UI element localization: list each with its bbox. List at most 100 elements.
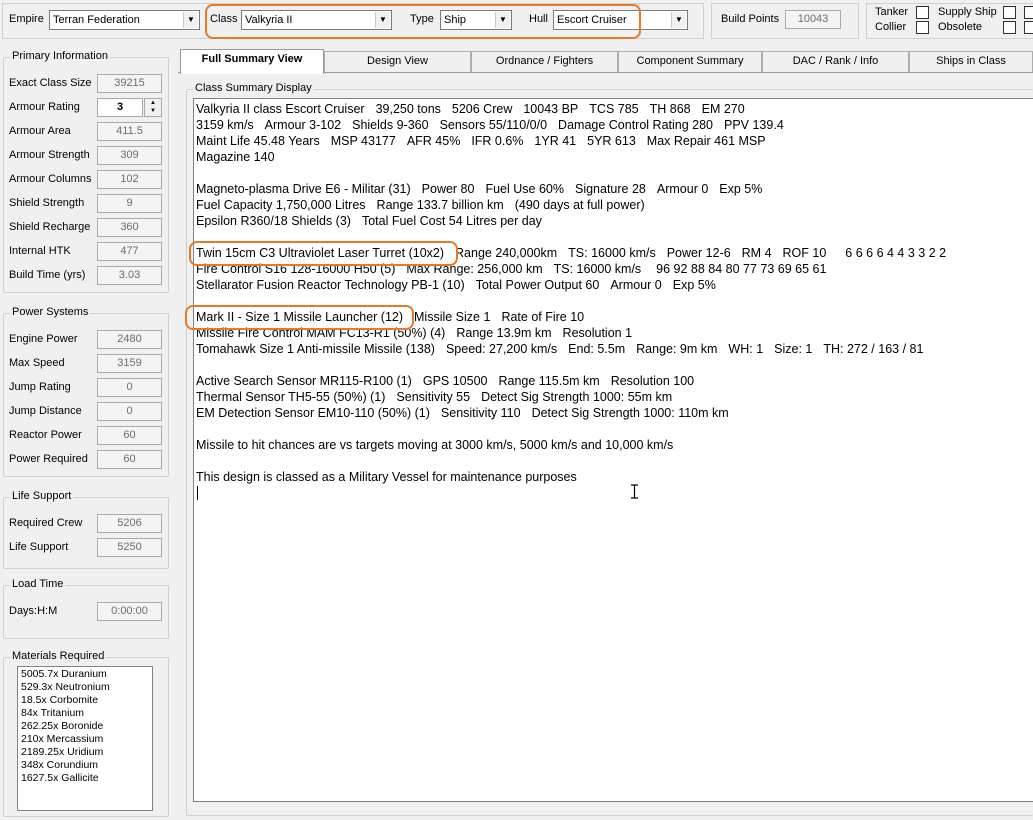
field-value[interactable]: 5206 <box>97 514 162 533</box>
field-value[interactable]: 0 <box>97 378 162 397</box>
empire-select[interactable]: Terran Federation ▼ <box>49 10 200 30</box>
summary-segment: This design is classed as a Military Ves… <box>196 470 577 484</box>
material-item[interactable]: 529.3x Neutronium <box>21 681 149 694</box>
field-value[interactable]: 60 <box>97 426 162 445</box>
tab-component-summary[interactable]: Component Summary <box>618 51 762 72</box>
field-label: Armour Strength <box>9 149 90 161</box>
field-value[interactable]: 39215 <box>97 74 162 93</box>
field-value[interactable]: 360 <box>97 218 162 237</box>
field-value[interactable]: 102 <box>97 170 162 189</box>
summary-segment: GPS 10500 <box>422 374 488 388</box>
summary-segment: WH: 1 <box>728 342 764 356</box>
material-item[interactable]: 5005.7x Duranium <box>21 668 149 681</box>
summary-segment: End: 5.5m <box>568 342 626 356</box>
summary-segment: Missile Size 1 <box>414 310 491 324</box>
summary-segment: Missile to hit chances are vs targets mo… <box>196 438 674 452</box>
chevron-down-icon[interactable]: ▼ <box>671 12 686 28</box>
hull-select[interactable]: Escort Cruiser ▼ <box>553 10 688 30</box>
summary-segment: Valkyria II class Escort Cruiser <box>196 102 365 116</box>
materials-required-title: Materials Required <box>10 650 107 662</box>
summary-segment: Power 80 <box>421 182 475 196</box>
material-item[interactable]: 84x Tritanium <box>21 707 149 720</box>
text-caret <box>197 486 198 500</box>
type-select[interactable]: Ship ▼ <box>440 10 512 30</box>
field-label: Required Crew <box>9 517 83 529</box>
summary-segment: Resolution 1 <box>562 326 633 340</box>
field-label: Reactor Power <box>9 429 82 441</box>
field-value[interactable]: 5250 <box>97 538 162 557</box>
summary-segment: Fuel Capacity 1,750,000 Litres <box>196 198 366 212</box>
days-hm-field[interactable]: 0:00:00 <box>97 602 162 621</box>
build-points-field[interactable]: 10043 <box>785 10 841 29</box>
field-value[interactable]: 3.03 <box>97 266 162 285</box>
summary-segment: TS: 16000 km/s <box>568 246 656 260</box>
extra-checkbox-1[interactable] <box>1024 6 1033 19</box>
field-value[interactable]: 309 <box>97 146 162 165</box>
field-value[interactable]: 9 <box>97 194 162 213</box>
tab-ships-in-class[interactable]: Ships in Class <box>909 51 1033 72</box>
field-value[interactable]: 2480 <box>97 330 162 349</box>
summary-segment: Sensitivity 55 <box>396 390 471 404</box>
tanker-checkbox[interactable] <box>916 6 929 19</box>
class-value: Valkyria II <box>245 14 293 26</box>
tab-full-summary-view[interactable]: Full Summary View <box>180 49 324 74</box>
summary-segment: Range 13.9m km <box>456 326 552 340</box>
collier-checkbox[interactable] <box>916 21 929 34</box>
summary-segment: Range: 9m km <box>636 342 718 356</box>
summary-segment: 96 92 88 84 80 77 73 69 65 61 <box>656 262 827 276</box>
summary-segment: RM 4 <box>741 246 772 260</box>
material-item[interactable]: 1627.5x Gallicite <box>21 772 149 785</box>
summary-segment: Twin 15cm C3 Ultraviolet Laser Turret (1… <box>196 246 445 260</box>
summary-segment: Thermal Sensor TH5-55 (50%) (1) <box>196 390 386 404</box>
tab-ordnance-fighters[interactable]: Ordnance / Fighters <box>471 51 618 72</box>
summary-segment: 1YR 41 <box>534 134 577 148</box>
field-value[interactable]: 411.5 <box>97 122 162 141</box>
tab-dac-rank-info[interactable]: DAC / Rank / Info <box>762 51 909 72</box>
tab-label: Ordnance / Fighters <box>495 55 594 67</box>
material-item[interactable]: 348x Corundium <box>21 759 149 772</box>
summary-segment: Epsilon R360/18 Shields (3) <box>196 214 351 228</box>
summary-segment: Total Fuel Cost 54 Litres per day <box>361 214 542 228</box>
tab-design-view[interactable]: Design View <box>324 51 471 72</box>
field-label: Armour Columns <box>9 173 92 185</box>
type-label: Type <box>410 13 434 25</box>
summary-segment: TS: 16000 km/s <box>553 262 642 276</box>
summary-line: Twin 15cm C3 Ultraviolet Laser Turret (1… <box>196 245 957 261</box>
field-label: Shield Recharge <box>9 221 91 233</box>
life-support-group: Life Support <box>3 490 169 569</box>
summary-segment: MSP 43177 <box>330 134 396 148</box>
field-label: Jump Distance <box>9 405 82 417</box>
summary-line: Mark II - Size 1 Missile Launcher (12) Mi… <box>196 309 595 325</box>
field-value[interactable]: 60 <box>97 450 162 469</box>
obsolete-checkbox[interactable] <box>1003 21 1016 34</box>
summary-segment: Size: 1 <box>774 342 813 356</box>
i-beam-cursor-icon <box>630 484 639 499</box>
field-value[interactable]: 477 <box>97 242 162 261</box>
chevron-down-icon[interactable]: ▼ <box>183 12 198 28</box>
summary-segment: Shields 9-360 <box>352 118 429 132</box>
field-value[interactable]: 3159 <box>97 354 162 373</box>
summary-line: Active Search Sensor MR115-R100 (1) GPS 1… <box>196 373 705 389</box>
material-item[interactable]: 262.25x Boronide <box>21 720 149 733</box>
chevron-down-icon[interactable]: ▼ <box>495 12 510 28</box>
class-select[interactable]: Valkyria II ▼ <box>241 10 392 30</box>
material-item[interactable]: 2189.25x Uridium <box>21 746 149 759</box>
summary-segment: Missile Fire Control MAM FC13-R1 (50%) (… <box>196 326 446 340</box>
extra-checkbox-2[interactable] <box>1024 21 1033 34</box>
summary-line: Maint Life 45.48 Years MSP 43177 AFR 45% IF… <box>196 133 777 149</box>
hull-label: Hull <box>529 13 548 25</box>
spinner-up-icon[interactable]: ▲ <box>145 99 161 107</box>
spinner-down-icon[interactable]: ▼ <box>145 107 161 115</box>
armour-rating-spinner[interactable]: ▲ ▼ <box>144 98 162 117</box>
summary-line: Epsilon R360/18 Shields (3) Total Fuel Co… <box>196 213 553 229</box>
materials-listbox[interactable]: 5005.7x Duranium 529.3x Neutronium 18.5x C… <box>17 666 153 811</box>
material-item[interactable]: 210x Mercassium <box>21 733 149 746</box>
load-time-title: Load Time <box>10 578 66 590</box>
supply-ship-checkbox[interactable] <box>1003 6 1016 19</box>
field-value[interactable]: 0 <box>97 402 162 421</box>
summary-segment: IFR 0.6% <box>471 134 524 148</box>
chevron-down-icon[interactable]: ▼ <box>375 12 390 28</box>
material-item[interactable]: 18.5x Corbomite <box>21 694 149 707</box>
field-value[interactable]: 3 <box>97 98 143 117</box>
type-value: Ship <box>444 14 467 26</box>
